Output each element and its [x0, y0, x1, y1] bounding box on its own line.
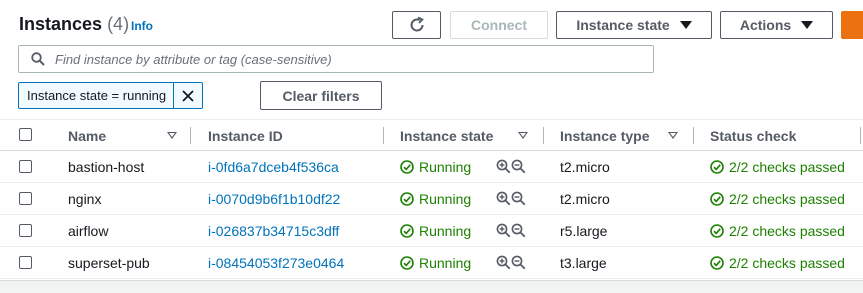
status-check-text: 2/2 checks passed: [729, 255, 845, 271]
zoom-out-icon[interactable]: [511, 191, 526, 206]
status-check-text: 2/2 checks passed: [729, 191, 845, 207]
zoom-in-icon[interactable]: [496, 159, 511, 174]
instance-state-text: Running: [419, 159, 472, 175]
table-row[interactable]: superset-pub i-08454053f273e0464 Running t3…: [0, 247, 863, 279]
instance-name: superset-pub: [68, 255, 150, 271]
filter-token: Instance state = running: [18, 82, 204, 109]
instance-type: t3.large: [560, 255, 607, 271]
instance-state-status: Running: [400, 191, 471, 207]
instance-state-text: Running: [419, 223, 472, 239]
status-ok-icon: [400, 160, 414, 174]
column-header-status-check[interactable]: Status check: [710, 128, 796, 144]
status-ok-icon: [400, 192, 414, 206]
row-checkbox[interactable]: [19, 224, 32, 237]
state-filter-controls: [496, 255, 526, 270]
status-ok-icon: [710, 160, 724, 174]
sort-icon[interactable]: [668, 132, 678, 139]
instance-state-text: Running: [419, 191, 472, 207]
column-divider[interactable]: [543, 127, 544, 144]
instance-count: (4): [107, 14, 130, 34]
state-filter-controls: [496, 223, 526, 238]
instance-name: bastion-host: [68, 159, 145, 175]
instance-id-link[interactable]: i-0fd6a7dceb4f536ca: [208, 159, 339, 175]
column-header-instance-id[interactable]: Instance ID: [208, 128, 283, 144]
search-field[interactable]: [18, 45, 654, 73]
caret-down-icon: [679, 21, 692, 29]
instance-type: t2.micro: [560, 159, 610, 175]
instance-type: t2.micro: [560, 191, 610, 207]
actions-dropdown[interactable]: Actions: [720, 11, 833, 39]
column-divider[interactable]: [860, 127, 861, 144]
column-header-instance-state[interactable]: Instance state: [400, 128, 493, 144]
instance-name: nginx: [68, 191, 102, 207]
column-divider[interactable]: [383, 127, 384, 144]
launch-instances-button[interactable]: [841, 11, 863, 39]
instance-state-dropdown[interactable]: Instance state: [556, 11, 712, 39]
instance-name: airflow: [68, 223, 109, 239]
remove-filter-button[interactable]: [173, 83, 202, 108]
info-link[interactable]: Info: [131, 19, 153, 33]
instance-state-label: Instance state: [576, 17, 670, 33]
column-header-name[interactable]: Name: [68, 128, 106, 144]
sort-icon[interactable]: [167, 132, 177, 139]
caret-down-icon: [801, 21, 814, 29]
refresh-button[interactable]: [392, 11, 441, 39]
instance-type: r5.large: [560, 223, 608, 239]
table-row[interactable]: bastion-host i-0fd6a7dceb4f536ca Running t2…: [0, 151, 863, 183]
page-title: Instances (4): [19, 14, 130, 34]
status-check: 2/2 checks passed: [710, 191, 845, 207]
zoom-in-icon[interactable]: [496, 223, 511, 238]
zoom-out-icon[interactable]: [511, 255, 526, 270]
row-checkbox[interactable]: [19, 192, 32, 205]
column-divider[interactable]: [693, 127, 694, 144]
actions-label: Actions: [739, 17, 792, 33]
instance-id-link[interactable]: i-026837b34715c3dff: [208, 223, 339, 239]
search-input[interactable]: [53, 50, 653, 68]
instance-state-status: Running: [400, 159, 471, 175]
status-ok-icon: [400, 224, 414, 238]
status-ok-icon: [710, 256, 724, 270]
search-icon: [31, 52, 45, 66]
table-header: Name Instance ID Instance state Instance…: [0, 119, 863, 151]
column-divider[interactable]: [190, 127, 191, 144]
zoom-in-icon[interactable]: [496, 255, 511, 270]
status-check: 2/2 checks passed: [710, 255, 845, 271]
select-all-checkbox[interactable]: [19, 128, 32, 141]
state-filter-controls: [496, 159, 526, 174]
status-check: 2/2 checks passed: [710, 159, 845, 175]
connect-button[interactable]: Connect: [450, 11, 548, 39]
status-ok-icon: [400, 256, 414, 270]
clear-filters-button[interactable]: Clear filters: [260, 81, 382, 110]
filter-token-label: Instance state = running: [27, 88, 167, 103]
sort-icon[interactable]: [518, 132, 528, 139]
status-ok-icon: [710, 192, 724, 206]
column-header-instance-type[interactable]: Instance type: [560, 128, 649, 144]
instance-id-link[interactable]: i-0070d9b6f1b10df22: [208, 191, 340, 207]
table-row[interactable]: nginx i-0070d9b6f1b10df22 Running t2.micro 2…: [0, 183, 863, 215]
state-filter-controls: [496, 191, 526, 206]
instance-state-status: Running: [400, 255, 471, 271]
instance-state-status: Running: [400, 223, 471, 239]
zoom-in-icon[interactable]: [496, 191, 511, 206]
row-checkbox[interactable]: [19, 160, 32, 173]
instance-state-text: Running: [419, 255, 472, 271]
row-checkbox[interactable]: [19, 256, 32, 269]
table-row[interactable]: airflow i-026837b34715c3dff Running r5.larg…: [0, 215, 863, 247]
status-check: 2/2 checks passed: [710, 223, 845, 239]
close-icon: [182, 89, 194, 102]
table-footer: [0, 280, 863, 293]
status-check-text: 2/2 checks passed: [729, 159, 845, 175]
zoom-out-icon[interactable]: [511, 223, 526, 238]
instance-id-link[interactable]: i-08454053f273e0464: [208, 255, 344, 271]
refresh-icon: [410, 16, 424, 32]
zoom-out-icon[interactable]: [511, 159, 526, 174]
status-check-text: 2/2 checks passed: [729, 223, 845, 239]
status-ok-icon: [710, 224, 724, 238]
